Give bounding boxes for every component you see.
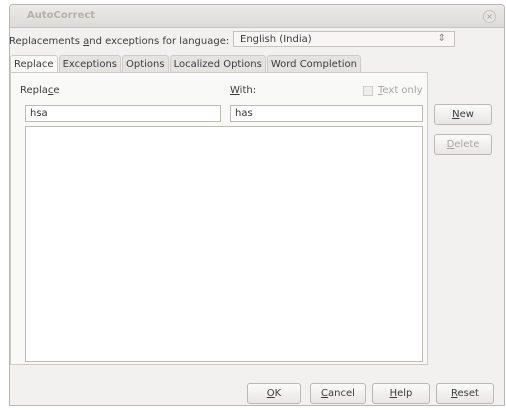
replacement-table[interactable] xyxy=(25,126,423,362)
reset-button[interactable]: Reset xyxy=(436,383,494,404)
with-input[interactable]: has xyxy=(230,105,423,122)
replace-panel: Replace With: Text only hsa has xyxy=(10,72,428,365)
new-button[interactable]: New xyxy=(434,104,492,125)
replace-label: Replace xyxy=(20,85,60,96)
tab-bar: Replace Exceptions Options Localized Opt… xyxy=(10,55,362,74)
language-label: Replacements and exceptions for language… xyxy=(9,36,230,47)
tab-options[interactable]: Options xyxy=(122,55,169,73)
with-label: With: xyxy=(230,85,257,96)
tab-localized-options[interactable]: Localized Options xyxy=(169,55,266,73)
text-only-checkbox[interactable] xyxy=(363,86,373,96)
cancel-button[interactable]: Cancel xyxy=(310,383,366,404)
delete-button[interactable]: Delete xyxy=(434,134,492,155)
replace-input[interactable]: hsa xyxy=(25,105,221,122)
language-selected-value: English (India) xyxy=(240,34,312,45)
text-only-label[interactable]: Text only xyxy=(378,85,423,96)
help-button[interactable]: Help xyxy=(372,383,430,404)
tab-exceptions[interactable]: Exceptions xyxy=(58,55,121,73)
title-bar[interactable]: AutoCorrect × xyxy=(10,5,504,28)
close-icon[interactable]: × xyxy=(483,10,496,23)
window-title: AutoCorrect xyxy=(27,10,96,21)
ok-button[interactable]: OK xyxy=(247,383,301,404)
tab-word-completion[interactable]: Word Completion xyxy=(266,55,361,73)
select-arrows-icon: ⇕ xyxy=(437,33,446,44)
language-select[interactable]: English (India) ⇕ xyxy=(233,31,455,47)
